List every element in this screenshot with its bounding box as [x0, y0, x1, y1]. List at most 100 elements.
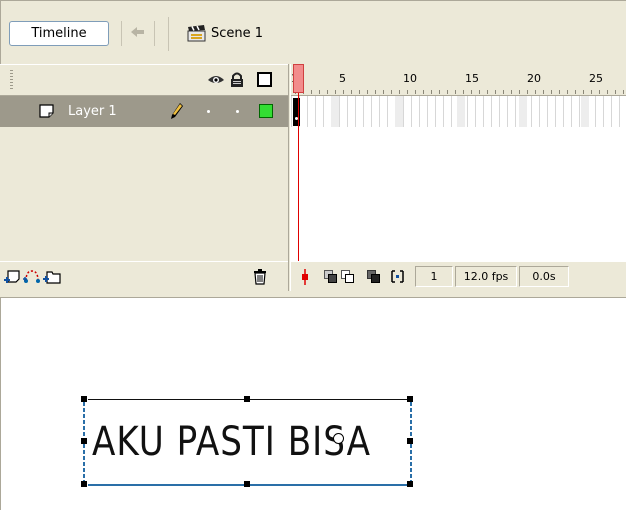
ruler-tick: [495, 90, 496, 94]
layer-name[interactable]: Layer 1: [68, 104, 117, 119]
transform-handle[interactable]: [244, 396, 250, 402]
visibility-dot[interactable]: [207, 110, 210, 113]
ruler-number: 20: [527, 72, 541, 85]
ruler-tick: [455, 90, 456, 94]
frame-cell-20: [519, 96, 527, 127]
lock-dot[interactable]: [236, 110, 239, 113]
center-frame-icon[interactable]: [300, 269, 310, 285]
timeline-toolbar: Timeline Scene 1: [0, 0, 626, 64]
flash-timeline-window: Timeline Scene 1 Layer 1 5 10 15 20 25 1…: [0, 0, 626, 510]
ruler-tick: [503, 90, 504, 94]
frame-rate-field[interactable]: 12.0 fps: [455, 266, 517, 287]
eye-icon[interactable]: [207, 72, 225, 86]
ruler-number: 10: [403, 72, 417, 85]
transform-handle[interactable]: [244, 481, 250, 487]
onion-outline-icon[interactable]: [341, 270, 354, 283]
ruler-tick: [583, 90, 584, 94]
frame-footer: 1 12.0 fps 0.0s: [291, 261, 626, 291]
ruler-number: 25: [589, 72, 603, 85]
ruler-tick: [575, 90, 576, 94]
frames-row[interactable]: [291, 96, 626, 127]
ruler-tick: [551, 90, 552, 94]
frame-cell-5: [331, 96, 339, 127]
scene-clapper-icon[interactable]: [186, 24, 208, 42]
timeline-toggle-button[interactable]: Timeline: [9, 21, 109, 46]
transform-handle[interactable]: [81, 481, 87, 487]
ruler-tick: [567, 90, 568, 94]
playhead-line: [298, 93, 299, 261]
insert-layer-folder-icon[interactable]: [42, 268, 62, 285]
layer-outline-color[interactable]: [259, 104, 273, 118]
ruler-tick: [319, 90, 320, 94]
ruler-tick: [607, 90, 608, 94]
ruler-tick: [543, 90, 544, 94]
ruler-number: 5: [339, 72, 346, 85]
elapsed-time-field: 0.0s: [519, 266, 569, 287]
ruler-tick: [375, 90, 376, 94]
ruler-number: 15: [465, 72, 479, 85]
ruler-tick: [423, 90, 424, 94]
layer-header: [0, 64, 289, 96]
back-button[interactable]: [121, 21, 155, 46]
transform-handle[interactable]: [81, 438, 87, 444]
delete-layer-icon[interactable]: [253, 268, 267, 285]
ruler-tick: [471, 90, 472, 94]
transform-handle[interactable]: [407, 438, 413, 444]
ruler-tick: [511, 90, 512, 94]
modify-onion-markers-icon[interactable]: [391, 270, 404, 283]
ruler-tick: [527, 90, 528, 94]
ruler-tick: [431, 90, 432, 94]
ruler-tick: [343, 90, 344, 94]
ruler-tick: [447, 90, 448, 94]
playhead[interactable]: [293, 64, 304, 93]
ruler-tick: [383, 90, 384, 94]
layer-footer: [0, 261, 289, 291]
ruler-tick: [311, 90, 312, 94]
ruler-tick: [335, 90, 336, 94]
scene-name[interactable]: Scene 1: [211, 26, 263, 41]
frame-cell-25: [581, 96, 589, 127]
layer-list-empty: [0, 127, 289, 261]
ruler-tick: [479, 90, 480, 94]
outline-icon[interactable]: [257, 72, 273, 88]
transform-pivot[interactable]: [333, 433, 344, 444]
frame-ruler[interactable]: 1 5 10 15 20 25: [291, 64, 626, 96]
ruler-tick: [407, 90, 408, 94]
frame-cell-15: [457, 96, 465, 127]
transform-handle[interactable]: [407, 396, 413, 402]
panel-grip[interactable]: [10, 70, 13, 90]
ruler-tick: [399, 90, 400, 94]
ruler-tick: [327, 90, 328, 94]
frames-empty-area: [291, 127, 626, 261]
stage-text[interactable]: AKU PASTI BISA: [92, 418, 371, 464]
timeline-bottom-divider[interactable]: [0, 291, 626, 298]
toolbar-divider: [168, 17, 169, 51]
onion-skin-icon[interactable]: [324, 270, 337, 283]
ruler-tick: [519, 90, 520, 94]
ruler-tick: [391, 90, 392, 94]
ruler-tick: [591, 90, 592, 94]
ruler-tick: [615, 90, 616, 94]
frame-cell-10: [395, 96, 403, 127]
ruler-tick: [359, 90, 360, 94]
ruler-tick: [559, 90, 560, 94]
edit-multiple-frames-icon[interactable]: [367, 270, 380, 283]
pencil-icon: [171, 103, 183, 119]
transform-handle[interactable]: [407, 481, 413, 487]
stage[interactable]: [0, 298, 626, 510]
lock-icon[interactable]: [230, 72, 244, 88]
ruler-tick: [599, 90, 600, 94]
ruler-tick: [367, 90, 368, 94]
ruler-tick: [535, 90, 536, 94]
transform-handle[interactable]: [81, 396, 87, 402]
back-arrow-icon: [131, 27, 144, 37]
current-frame-field: 1: [415, 266, 453, 287]
ruler-tick: [351, 90, 352, 94]
insert-layer-icon[interactable]: [3, 269, 21, 285]
layer-row[interactable]: Layer 1: [0, 96, 289, 127]
ruler-tick: [463, 90, 464, 94]
add-motion-guide-icon[interactable]: [22, 267, 42, 285]
ruler-tick: [415, 90, 416, 94]
layer-page-icon: [39, 104, 54, 118]
ruler-tick: [487, 90, 488, 94]
